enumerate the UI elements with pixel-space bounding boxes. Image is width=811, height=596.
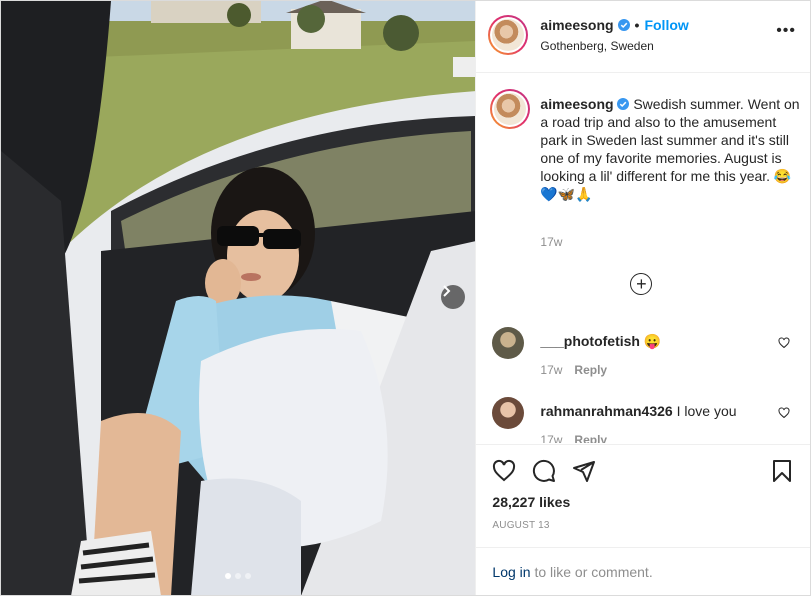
author-line: aimeesong • Follow [540, 17, 688, 33]
likes-count[interactable]: 28,227 likes [492, 494, 570, 510]
heart-icon[interactable] [778, 407, 790, 419]
post-location[interactable]: Gothenberg, Sweden [540, 39, 653, 53]
caption-username[interactable]: aimeesong [540, 96, 613, 112]
comment-meta: 17w Reply [540, 363, 607, 377]
comment-body: rahmanrahman4326 I love you [540, 403, 736, 419]
comment-text: I love you [676, 403, 737, 419]
share-icon[interactable] [572, 459, 596, 483]
load-more-comments-button[interactable]: + [630, 273, 653, 295]
post-caption: aimeesong Swedish summer. Went on a road… [540, 95, 800, 203]
comment-icon[interactable] [532, 459, 556, 483]
comment-time[interactable]: 17w [540, 433, 562, 443]
photo-illustration [1, 1, 476, 595]
carousel-dot [235, 573, 242, 579]
reply-button[interactable]: Reply [574, 363, 607, 377]
comment-text: 😛 [643, 333, 662, 349]
carousel-indicator [1, 573, 475, 579]
caption-timestamp[interactable]: 17w [540, 235, 562, 249]
verified-badge-icon [617, 19, 630, 31]
heart-icon[interactable] [778, 337, 790, 349]
post-date[interactable]: AUGUST 13 [492, 520, 549, 531]
comment-username[interactable]: ___photofetish [540, 333, 640, 349]
next-photo-button[interactable] [441, 285, 465, 309]
separator-dot: • [634, 17, 640, 33]
login-prompt-rest: to like or comment. [530, 564, 653, 580]
login-link[interactable]: Log in [492, 564, 530, 580]
verified-badge-icon [617, 98, 630, 110]
carousel-dot [225, 573, 232, 579]
follow-button[interactable]: Follow [644, 17, 688, 33]
comments-section: aimeesong Swedish summer. Went on a road… [476, 73, 810, 443]
reply-button[interactable]: Reply [574, 433, 607, 443]
comment-username[interactable]: rahmanrahman4326 [540, 403, 672, 419]
chevron-right-icon [443, 285, 451, 297]
action-bar: 28,227 likes AUGUST 13 Log in to like or… [476, 444, 810, 595]
login-prompt: Log in to like or comment. [476, 547, 810, 596]
post-sidebar: aimeesong • Follow Gothenberg, Sweden ••… [475, 1, 810, 595]
carousel-dot [245, 573, 252, 579]
comment-meta: 17w Reply [540, 433, 607, 443]
caption-avatar[interactable] [490, 89, 531, 129]
login-prompt-text: Log in to like or comment. [492, 564, 652, 580]
more-options-button[interactable]: ••• [776, 23, 796, 39]
post-header: aimeesong • Follow Gothenberg, Sweden ••… [476, 1, 810, 73]
comment-time[interactable]: 17w [540, 363, 562, 377]
action-icons [492, 459, 596, 483]
author-avatar[interactable] [488, 15, 529, 55]
comment-body: ___photofetish 😛 [540, 333, 661, 350]
heart-icon[interactable] [492, 459, 516, 483]
commenter-avatar[interactable] [492, 397, 525, 429]
commenter-avatar[interactable] [492, 327, 525, 359]
bookmark-icon[interactable] [770, 459, 794, 483]
post-photo[interactable] [1, 1, 476, 595]
author-username[interactable]: aimeesong [540, 17, 613, 33]
instagram-post: aimeesong • Follow Gothenberg, Sweden ••… [0, 0, 811, 596]
